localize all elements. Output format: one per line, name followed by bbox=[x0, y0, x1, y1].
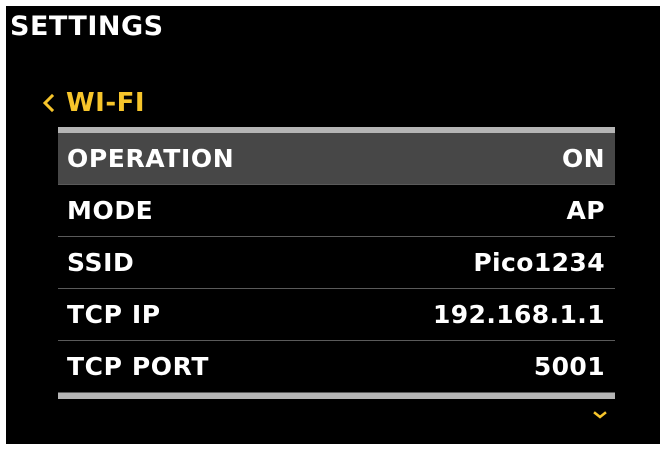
settings-screen: SETTINGS WI-FI OPERATION ON MODE AP SSID… bbox=[6, 6, 660, 444]
breadcrumb-label: WI-FI bbox=[66, 88, 146, 118]
wifi-settings-list: OPERATION ON MODE AP SSID Pico1234 TCP I… bbox=[58, 127, 615, 399]
page-title: SETTINGS bbox=[10, 11, 164, 42]
menu-item-value: AP bbox=[566, 196, 605, 225]
back-button-wifi[interactable]: WI-FI bbox=[40, 86, 145, 120]
menu-item-value: ON bbox=[562, 144, 605, 173]
menu-item-value: 192.168.1.1 bbox=[432, 300, 605, 329]
menu-item-value: Pico1234 bbox=[473, 248, 605, 277]
chevron-down-icon[interactable] bbox=[592, 410, 608, 420]
chevron-left-icon bbox=[40, 90, 58, 116]
menu-item-mode[interactable]: MODE AP bbox=[58, 185, 615, 237]
menu-item-value: 5001 bbox=[533, 352, 605, 381]
menu-item-label: TCP PORT bbox=[67, 352, 209, 381]
menu-item-operation[interactable]: OPERATION ON bbox=[58, 133, 615, 185]
menu-item-ssid[interactable]: SSID Pico1234 bbox=[58, 237, 615, 289]
menu-item-tcp-ip[interactable]: TCP IP 192.168.1.1 bbox=[58, 289, 615, 341]
list-bottom-divider bbox=[58, 393, 615, 399]
menu-item-tcp-port[interactable]: TCP PORT 5001 bbox=[58, 341, 615, 393]
menu-item-label: OPERATION bbox=[67, 144, 235, 173]
menu-item-label: SSID bbox=[67, 248, 135, 277]
menu-item-label: TCP IP bbox=[67, 300, 161, 329]
menu-item-label: MODE bbox=[67, 196, 154, 225]
